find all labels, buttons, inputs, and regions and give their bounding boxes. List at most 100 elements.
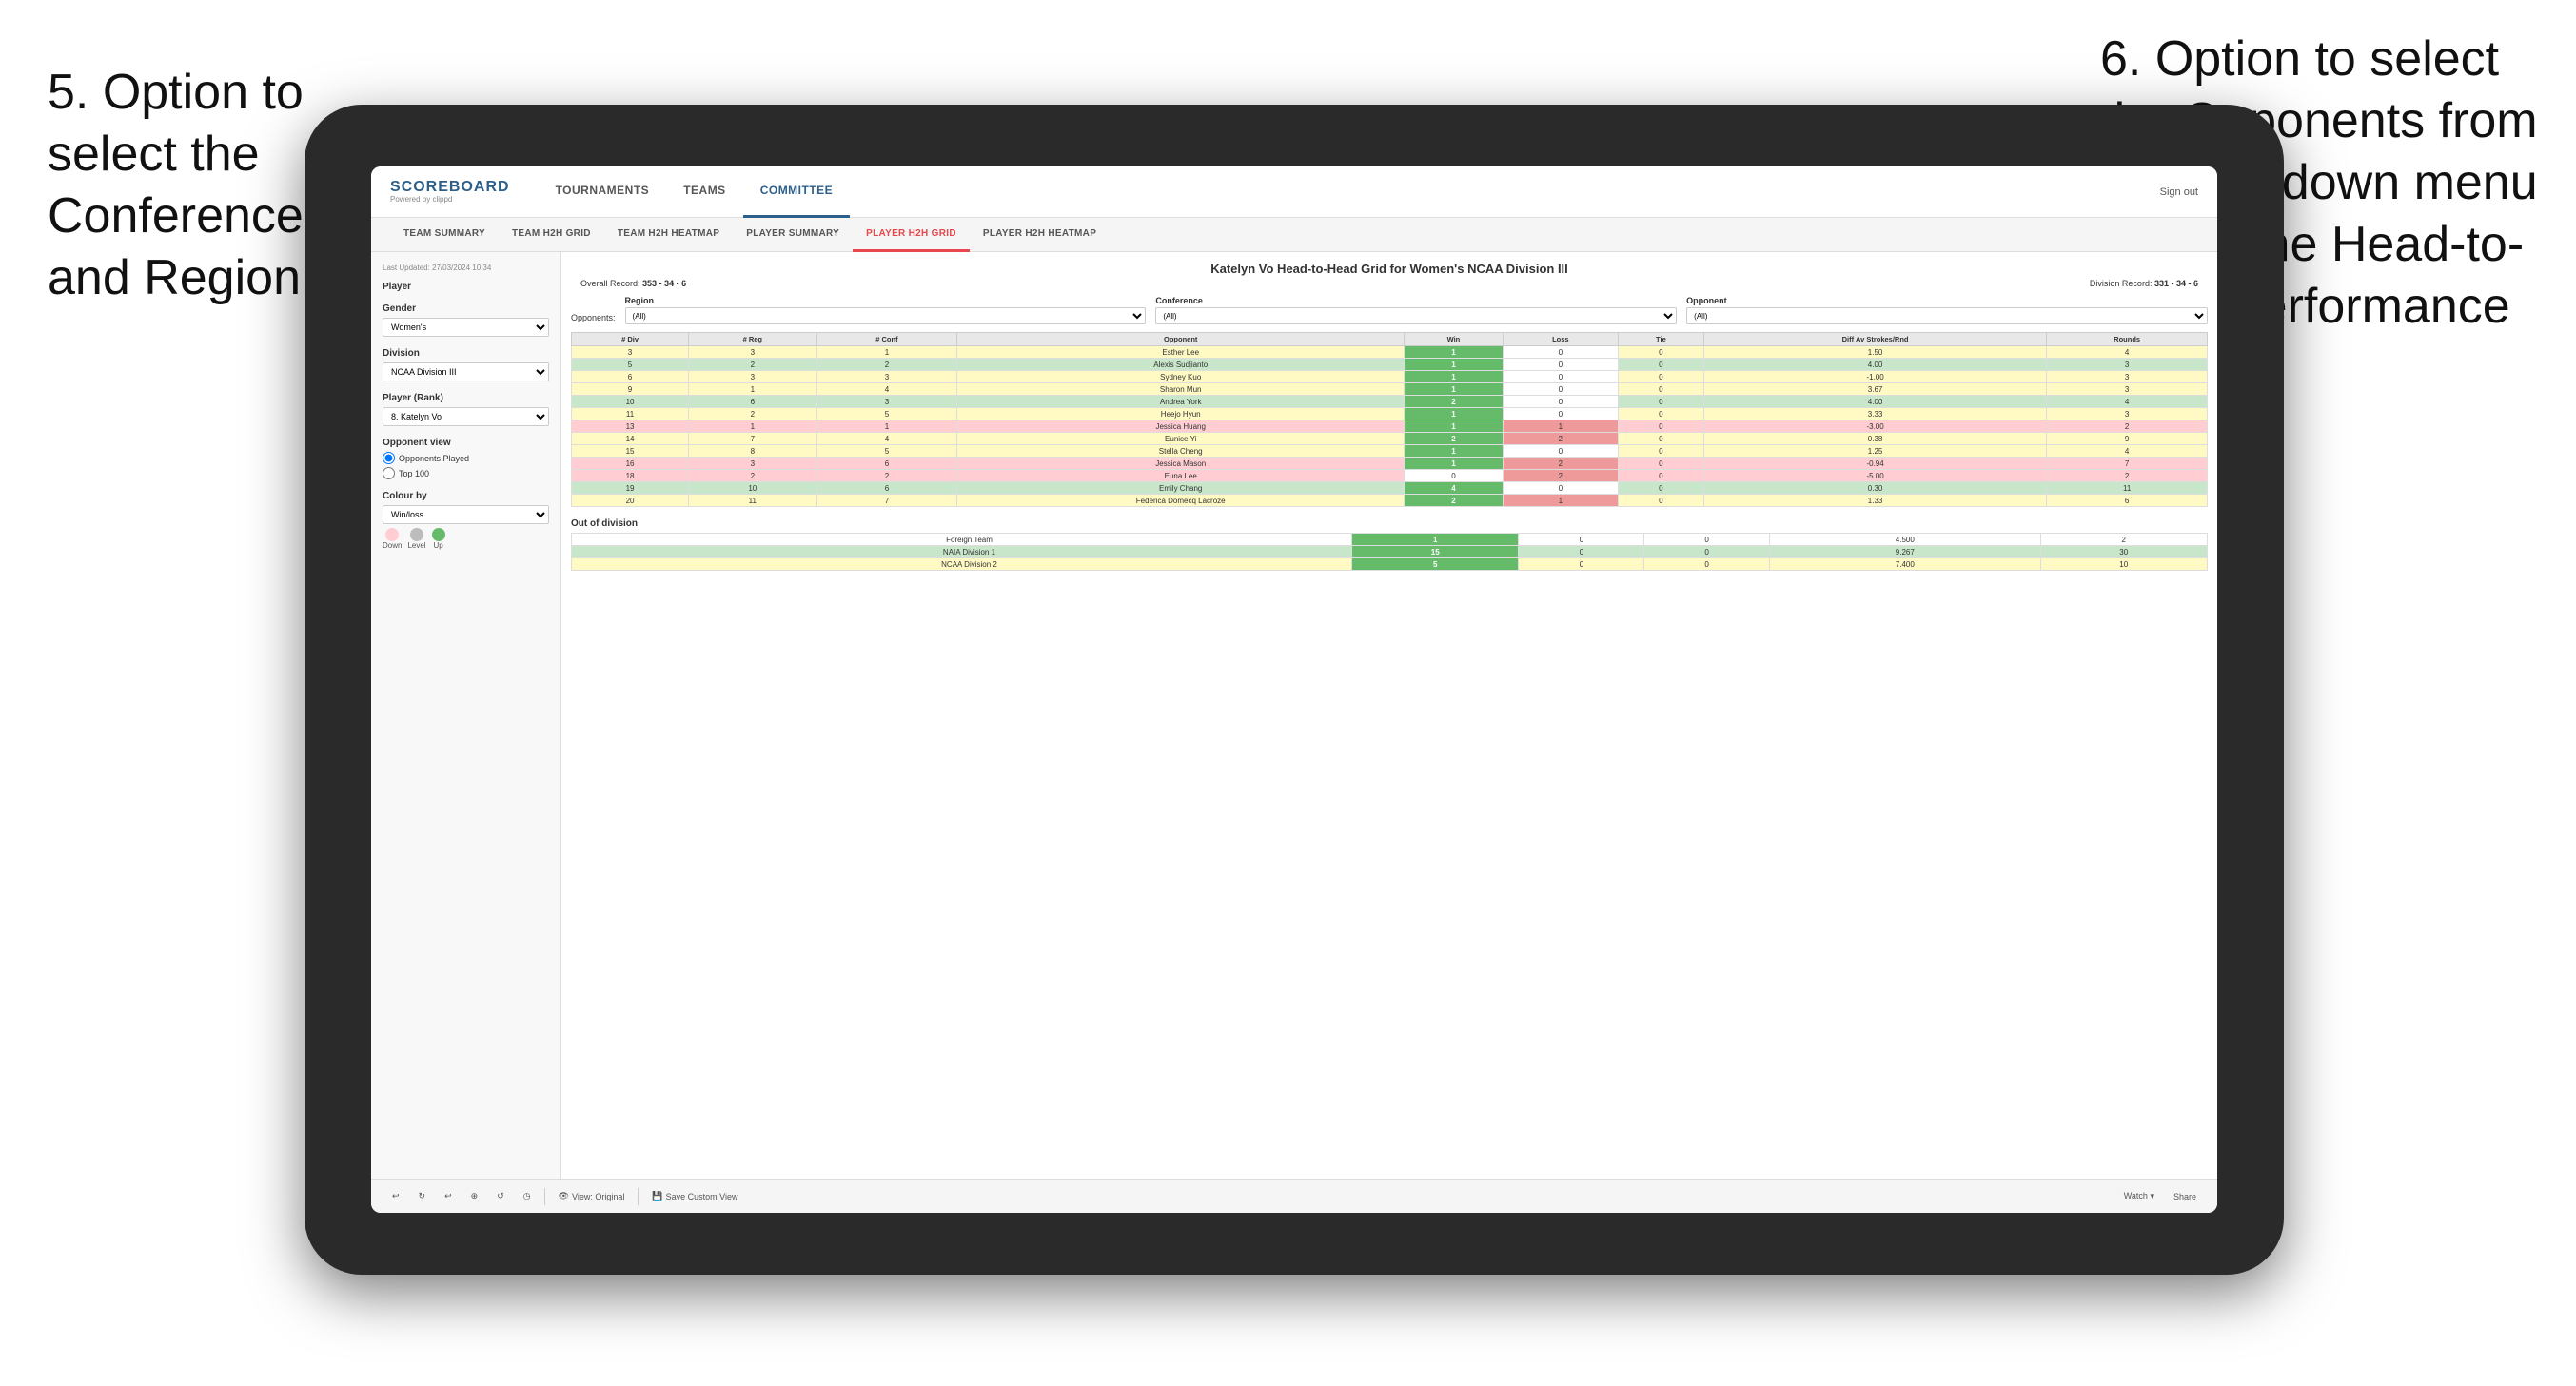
gender-select[interactable]: Women's [383,318,549,337]
label-up: Up [433,541,442,550]
cell-rounds: 3 [2047,408,2208,420]
nav-item-teams[interactable]: TEAMS [666,166,743,218]
nav-item-committee[interactable]: COMMITTEE [743,166,851,218]
sidebar: Last Updated: 27/03/2024 10:34 Player Ge… [371,252,561,1179]
opponent-filter-label: Opponent [1686,296,2208,305]
opponent-filter-select[interactable]: (All) [1686,307,2208,324]
player-rank-label: Player (Rank) [383,393,549,403]
col-tie: Tie [1618,333,1703,346]
main-data-table: # Div # Reg # Conf Opponent Win Loss Tie… [571,332,2208,507]
undo-btn[interactable]: ↩ [386,1189,405,1203]
cell-reg: 2 [689,470,816,482]
cell-diff: 3.33 [1703,408,2046,420]
cell-div: 18 [572,470,689,482]
toolbar-right: Watch ▾ Share [2118,1189,2202,1203]
cell-rounds: 3 [2047,359,2208,371]
cell-div: 15 [572,445,689,458]
col-div: # Div [572,333,689,346]
cell-conf: 1 [816,420,957,433]
col-loss: Loss [1503,333,1618,346]
cell-reg: 3 [689,371,816,383]
cell-opponent: Andrea York [957,396,1405,408]
save-label: Save Custom View [666,1192,738,1201]
cell-diff: 7.400 [1770,558,2040,571]
cell-tie: 0 [1618,458,1703,470]
cell-rounds: 4 [2047,346,2208,359]
sub-nav-player-summary[interactable]: PLAYER SUMMARY [733,218,853,252]
table-row: 19 10 6 Emily Chang 4 0 0 0.30 11 [572,482,2208,495]
region-filter-select[interactable]: (All) [625,307,1147,324]
view-original-btn[interactable]: 👁 View: Original [553,1189,631,1203]
clock-btn[interactable]: ◷ [518,1189,537,1203]
toolbar: ↩ ↻ ↩ ⊕ ↺ ◷ 👁 View: Original 💾 Save Cust… [371,1179,2217,1213]
cell-conf: 5 [816,445,957,458]
nav-item-tournaments[interactable]: TOURNAMENTS [539,166,667,218]
cell-conf: 5 [816,408,957,420]
cell-div: 11 [572,408,689,420]
division-select[interactable]: NCAA Division III [383,362,549,381]
player-label: Player [383,282,549,292]
cell-win: 4 [1405,482,1504,495]
cell-opponent: Emily Chang [957,482,1405,495]
cell-opponent: Eunice Yi [957,433,1405,445]
cell-rounds: 6 [2047,495,2208,507]
colour-circles: Down Level Up [383,528,549,550]
watch-btn[interactable]: Watch ▾ [2118,1189,2160,1203]
cell-opponent: Heejo Hyun [957,408,1405,420]
radio-top100[interactable]: Top 100 [383,467,549,479]
division-record: Division Record: 331 - 34 - 6 [2090,279,2198,288]
sub-nav-team-summary[interactable]: TEAM SUMMARY [390,218,499,252]
cell-tie: 0 [1618,420,1703,433]
cell-conf: 6 [816,458,957,470]
cell-rounds: 2 [2047,470,2208,482]
cell-win: 2 [1405,396,1504,408]
cell-opponent: Euna Lee [957,470,1405,482]
cell-reg: 3 [689,458,816,470]
col-diff: Diff Av Strokes/Rnd [1703,333,2046,346]
cell-tie: 0 [1618,383,1703,396]
crop-btn[interactable]: ⊕ [465,1189,484,1203]
refresh-btn[interactable]: ↺ [491,1189,510,1203]
cell-name: NAIA Division 1 [572,546,1352,558]
sub-nav-team-h2h-grid[interactable]: TEAM H2H GRID [499,218,604,252]
sub-nav-player-h2h-heatmap[interactable]: PLAYER H2H HEATMAP [970,218,1110,252]
sub-nav-player-h2h-grid[interactable]: PLAYER H2H GRID [853,218,970,252]
cell-rounds: 3 [2047,383,2208,396]
cell-rounds: 3 [2047,371,2208,383]
overall-record: Overall Record: 353 - 34 - 6 [580,279,686,288]
sub-nav: TEAM SUMMARY TEAM H2H GRID TEAM H2H HEAT… [371,218,2217,252]
cell-reg: 11 [689,495,816,507]
cell-rounds: 9 [2047,433,2208,445]
cell-win: 1 [1405,408,1504,420]
cell-tie: 0 [1644,558,1770,571]
sub-nav-team-h2h-heatmap[interactable]: TEAM H2H HEATMAP [604,218,733,252]
circle-level [410,528,423,541]
cell-loss: 0 [1519,534,1644,546]
cell-loss: 2 [1503,458,1618,470]
radio-opponents-played[interactable]: Opponents Played [383,452,549,464]
cell-conf: 6 [816,482,957,495]
cell-conf: 7 [816,495,957,507]
cell-rounds: 4 [2047,396,2208,408]
cell-tie: 0 [1618,359,1703,371]
cell-tie: 0 [1618,470,1703,482]
cell-conf: 3 [816,396,957,408]
redo-btn[interactable]: ↻ [413,1189,432,1203]
player-rank-select[interactable]: 8. Katelyn Vo [383,407,549,426]
back-btn[interactable]: ↩ [439,1189,458,1203]
share-btn[interactable]: Share [2168,1190,2202,1203]
gender-label: Gender [383,303,549,314]
colour-by-select[interactable]: Win/loss [383,505,549,524]
table-row: 9 1 4 Sharon Mun 1 0 0 3.67 3 [572,383,2208,396]
cell-diff: 4.500 [1770,534,2040,546]
conference-filter-select[interactable]: (All) [1155,307,1677,324]
table-row: 14 7 4 Eunice Yi 2 2 0 0.38 9 [572,433,2208,445]
cell-reg: 10 [689,482,816,495]
cell-opponent: Jessica Huang [957,420,1405,433]
cell-tie: 0 [1618,495,1703,507]
cell-win: 0 [1405,470,1504,482]
save-custom-btn[interactable]: 💾 Save Custom View [646,1189,743,1203]
sign-out[interactable]: Sign out [2160,186,2198,198]
sidebar-colour-section: Colour by Win/loss Down Level [383,491,549,550]
cell-div: 19 [572,482,689,495]
